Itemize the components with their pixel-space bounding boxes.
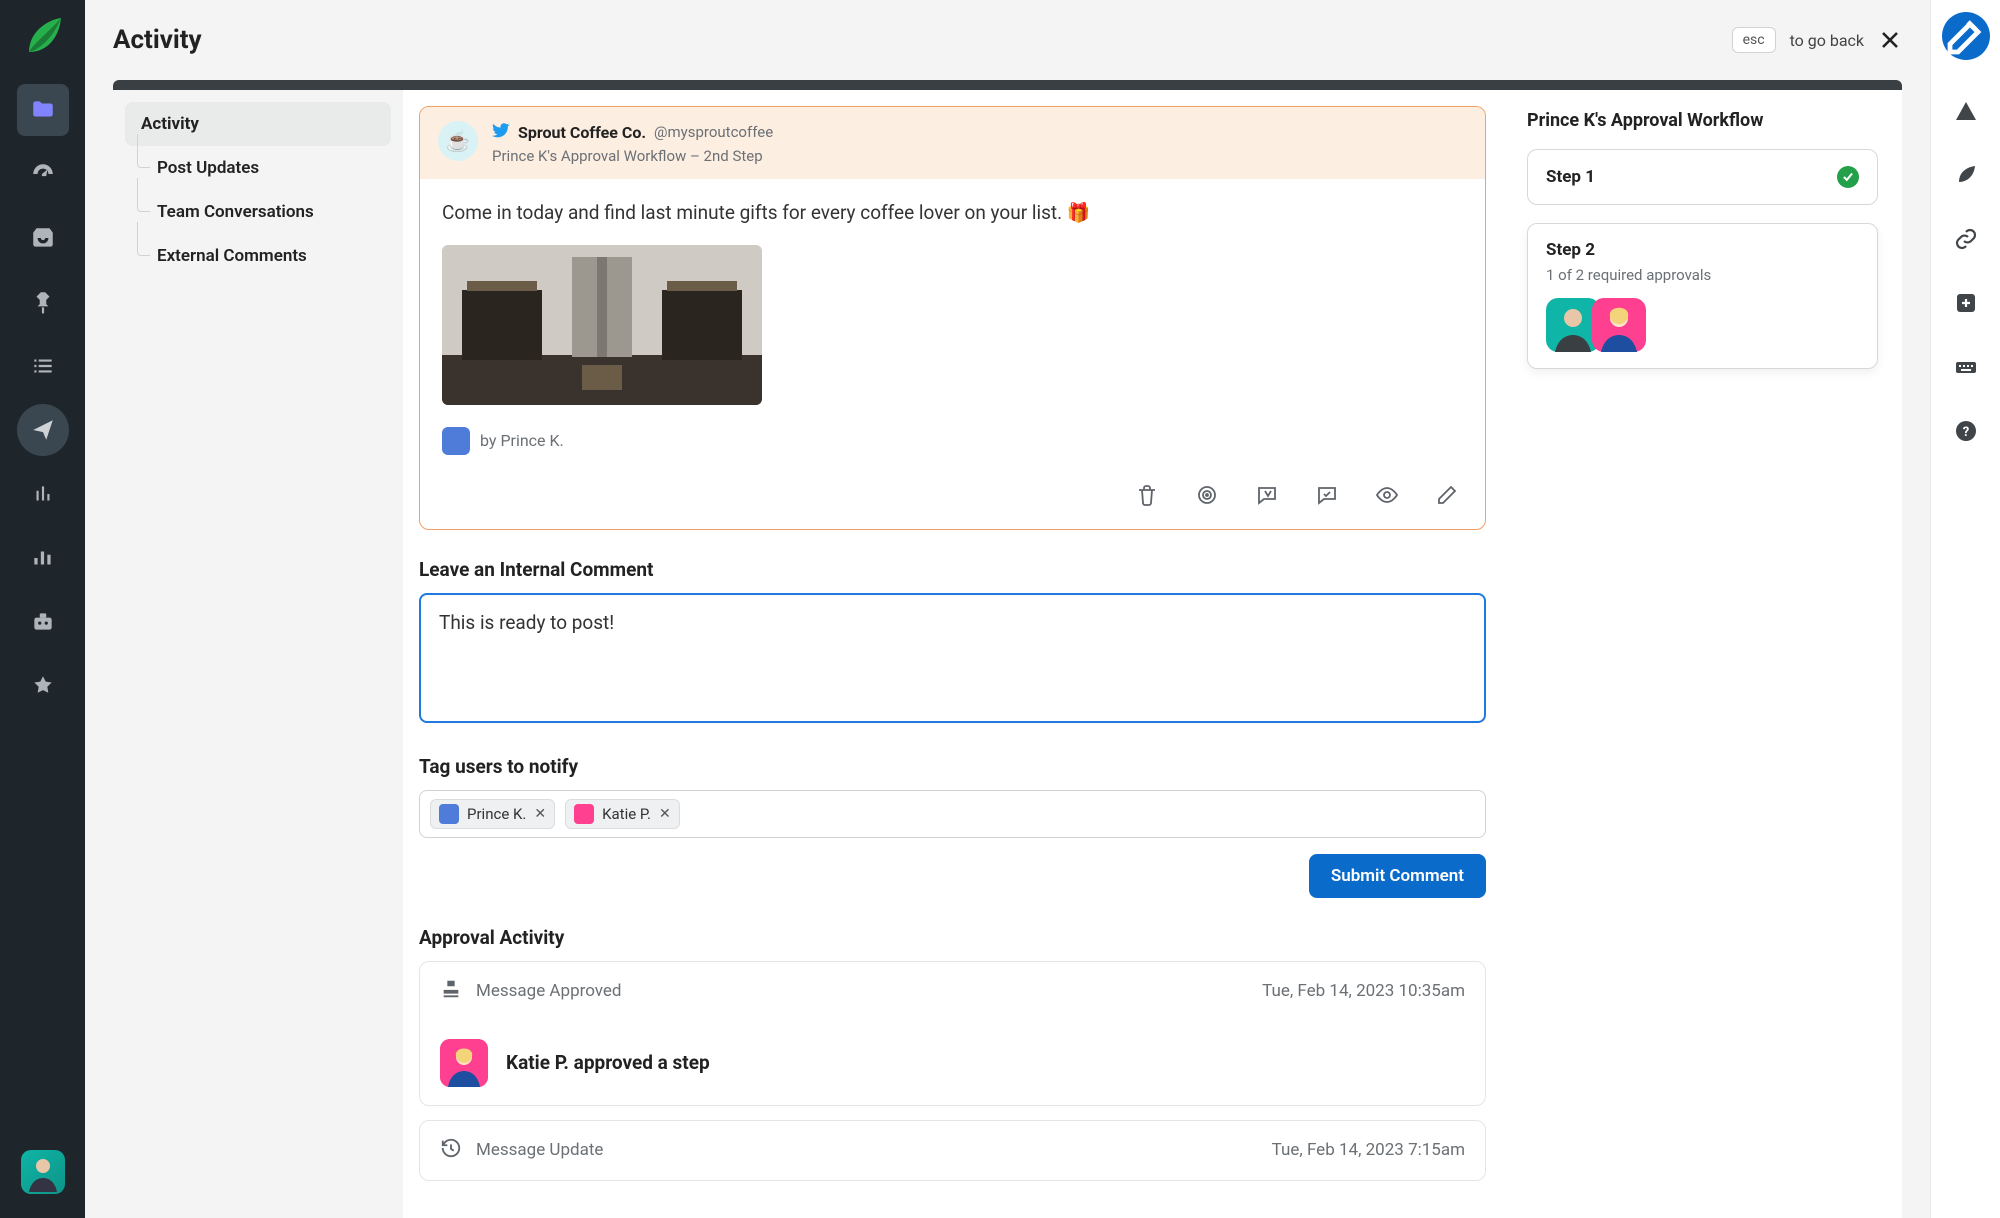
subnav-activity[interactable]: Activity (125, 102, 391, 146)
nav-bars-icon[interactable] (17, 532, 69, 584)
chip-label: Prince K. (467, 805, 526, 823)
help-icon[interactable]: ? (1953, 418, 1979, 444)
subnav-external-comments[interactable]: External Comments (141, 234, 391, 278)
history-icon (440, 1137, 462, 1164)
step-label: Step 2 (1546, 240, 1595, 260)
stamp-icon (440, 978, 462, 1005)
leaf-icon[interactable] (1953, 162, 1979, 188)
nav-list-icon[interactable] (17, 340, 69, 392)
subnav-item-label: Post Updates (157, 158, 259, 178)
activity-label: Message Update (476, 1140, 603, 1160)
nav-dashboard-icon[interactable] (17, 148, 69, 200)
internal-comment-input[interactable] (419, 593, 1486, 723)
twitter-icon (492, 121, 510, 143)
reply-icon[interactable] (1255, 483, 1279, 507)
close-icon[interactable] (1878, 28, 1902, 52)
comment-icon[interactable] (1315, 483, 1339, 507)
approval-activity-card: Message Update Tue, Feb 14, 2023 7:15am (419, 1120, 1486, 1181)
panel-accent-bar (113, 80, 1902, 90)
nav-bot-icon[interactable] (17, 596, 69, 648)
post-action-bar (420, 475, 1485, 529)
user-chip: Katie P. ✕ (565, 799, 680, 829)
byline-text: by Prince K. (480, 431, 564, 450)
plus-icon[interactable] (1953, 290, 1979, 316)
author-avatar (442, 427, 470, 455)
step-subtext: 1 of 2 required approvals (1546, 266, 1859, 284)
subnav-item-label: Activity (141, 114, 199, 134)
post-card-header: ☕ Sprout Coffee Co. @mysproutcoffee Prin… (420, 107, 1485, 179)
page-title: Activity (113, 25, 202, 55)
approver-avatar (440, 1039, 488, 1087)
workflow-title: Prince K's Approval Workflow (1527, 110, 1878, 131)
nav-user-avatar[interactable] (21, 1150, 65, 1194)
alert-icon[interactable] (1953, 98, 1979, 124)
workflow-step-card[interactable]: Step 2 1 of 2 required approvals (1527, 223, 1878, 369)
workflow-panel: Prince K's Approval Workflow Step 1 Step… (1502, 90, 1902, 1218)
activity-detail: Katie P. approved a step (506, 1051, 710, 1074)
check-circle-icon (1837, 166, 1859, 188)
utility-rail: ? (1930, 0, 2000, 1218)
nav-pin-icon[interactable] (17, 276, 69, 328)
nav-star-icon[interactable] (17, 660, 69, 712)
nav-inbox-icon[interactable] (17, 212, 69, 264)
step-label: Step 1 (1546, 167, 1595, 187)
brand-avatar: ☕ (438, 121, 478, 161)
esc-key-hint: esc (1732, 27, 1776, 53)
eye-icon[interactable] (1375, 483, 1399, 507)
primary-nav (0, 0, 85, 1218)
approver-avatar (1592, 298, 1646, 352)
submit-comment-button[interactable]: Submit Comment (1309, 854, 1486, 898)
chip-remove-icon[interactable]: ✕ (534, 806, 546, 822)
page-header: Activity esc to go back (85, 0, 1930, 80)
subnav-team-conversations[interactable]: Team Conversations (141, 190, 391, 234)
keyboard-icon[interactable] (1953, 354, 1979, 380)
chip-avatar (439, 804, 459, 824)
post-card: ☕ Sprout Coffee Co. @mysproutcoffee Prin… (419, 106, 1486, 530)
nav-pulse-icon[interactable] (17, 468, 69, 520)
nav-send-icon[interactable] (17, 404, 69, 456)
brand-emoji: ☕ (446, 129, 471, 153)
chip-label: Katie P. (602, 805, 651, 823)
chip-remove-icon[interactable]: ✕ (659, 806, 671, 822)
brand-handle: @mysproutcoffee (654, 123, 773, 141)
tag-section-title: Tag users to notify (419, 755, 1486, 778)
subnav-post-updates[interactable]: Post Updates (141, 146, 391, 190)
workflow-step-card[interactable]: Step 1 (1527, 149, 1878, 205)
nav-folder-icon[interactable] (17, 84, 69, 136)
comment-section-title: Leave an Internal Comment (419, 558, 1486, 581)
subnav-item-label: Team Conversations (157, 202, 314, 222)
approval-activity-title: Approval Activity (419, 926, 1486, 949)
user-chip: Prince K. ✕ (430, 799, 555, 829)
brand-name: Sprout Coffee Co. (518, 123, 646, 142)
main-panel: Activity Post Updates Team Conversations… (113, 80, 1902, 1218)
approver-avatars (1546, 298, 1859, 352)
chip-avatar (574, 804, 594, 824)
activity-subnav: Activity Post Updates Team Conversations… (113, 90, 403, 1218)
post-byline: by Prince K. (442, 427, 1463, 455)
edit-icon[interactable] (1435, 483, 1459, 507)
workflow-step-label: Prince K's Approval Workflow – 2nd Step (492, 147, 1467, 165)
post-image (442, 245, 762, 405)
svg-text:?: ? (1962, 425, 1968, 440)
subnav-item-label: External Comments (157, 246, 307, 266)
tag-users-input[interactable]: Prince K. ✕ Katie P. ✕ (419, 790, 1486, 838)
compose-button[interactable] (1942, 12, 1990, 60)
activity-time: Tue, Feb 14, 2023 7:15am (1272, 1140, 1465, 1160)
activity-time: Tue, Feb 14, 2023 10:35am (1262, 981, 1465, 1001)
link-icon[interactable] (1953, 226, 1979, 252)
activity-label: Message Approved (476, 981, 622, 1001)
post-text: Come in today and find last minute gifts… (442, 199, 1463, 227)
activity-main: ☕ Sprout Coffee Co. @mysproutcoffee Prin… (403, 90, 1502, 1218)
target-icon[interactable] (1195, 483, 1219, 507)
app-logo (19, 12, 67, 60)
delete-icon[interactable] (1135, 483, 1159, 507)
go-back-text: to go back (1790, 31, 1864, 50)
approval-activity-card: Message Approved Tue, Feb 14, 2023 10:35… (419, 961, 1486, 1106)
